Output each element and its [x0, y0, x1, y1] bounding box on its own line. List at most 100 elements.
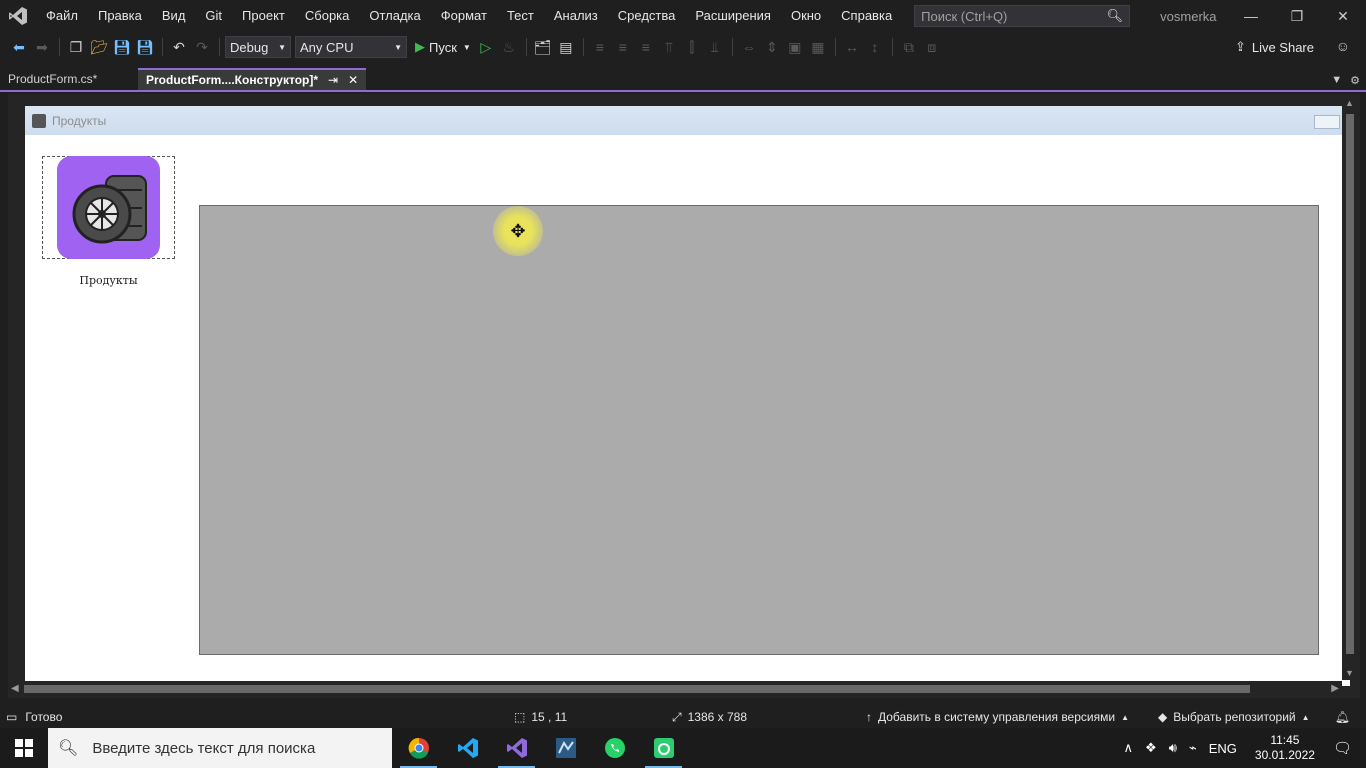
- align-top-icon[interactable]: ⫪: [658, 36, 680, 58]
- minimize-icon[interactable]: —: [1228, 0, 1274, 32]
- forward-icon[interactable]: ➡: [31, 36, 53, 58]
- menu-extensions[interactable]: Расширения: [685, 0, 781, 32]
- align-right-icon[interactable]: ≡: [635, 36, 657, 58]
- designer-surface[interactable]: Продукты Продукты ✥: [8, 94, 1360, 698]
- redo-icon[interactable]: ↷: [191, 36, 213, 58]
- menu-help[interactable]: Справка: [831, 0, 902, 32]
- menu-test[interactable]: Тест: [497, 0, 544, 32]
- dropbox-icon[interactable]: ❖: [1145, 740, 1157, 756]
- ssms-icon[interactable]: [541, 728, 590, 768]
- taskbar-search-input[interactable]: 🔍︎ Введите здесь текст для поиска: [48, 728, 392, 768]
- windows-start-icon[interactable]: [0, 728, 48, 768]
- bring-front-icon[interactable]: ⧉: [898, 36, 920, 58]
- align-center-icon[interactable]: ≡: [612, 36, 634, 58]
- pin-icon[interactable]: ⇥: [328, 73, 338, 87]
- menu-file[interactable]: Файл: [36, 0, 88, 32]
- menu-debug[interactable]: Отладка: [359, 0, 430, 32]
- spacing-horizontal-icon[interactable]: ↔: [841, 36, 863, 58]
- form-title: Продукты: [52, 113, 107, 128]
- clock-date: 30.01.2022: [1254, 748, 1315, 762]
- restore-icon[interactable]: ❐: [1274, 0, 1320, 32]
- align-left-icon[interactable]: ≡: [589, 36, 611, 58]
- form-window[interactable]: Продукты Продукты ✥: [25, 106, 1350, 686]
- send-back-icon[interactable]: ⧈: [921, 36, 943, 58]
- save-all-icon[interactable]: 💾︎: [134, 36, 156, 58]
- form-minimize-icon[interactable]: [1314, 115, 1340, 129]
- new-project-icon[interactable]: ❐: [65, 36, 87, 58]
- scroll-up-icon[interactable]: ▲: [1345, 98, 1354, 108]
- horizontal-scroll-thumb[interactable]: [24, 685, 1250, 693]
- hot-reload-icon[interactable]: ♨: [498, 36, 520, 58]
- run-button[interactable]: ▶ Пуск ▼: [415, 39, 471, 55]
- search-placeholder: Поиск (Ctrl+Q): [921, 8, 1008, 24]
- scroll-down-icon[interactable]: ▼: [1345, 668, 1354, 678]
- menu-project[interactable]: Проект: [232, 0, 295, 32]
- vscode-icon[interactable]: [443, 728, 492, 768]
- spacing-vertical-icon[interactable]: ↕: [864, 36, 886, 58]
- layout-icon[interactable]: ▤: [555, 36, 577, 58]
- tab-list-icon[interactable]: ▼: [1331, 74, 1342, 87]
- notification-bell-icon[interactable]: 🔔︎: [1335, 710, 1350, 724]
- menu-format[interactable]: Формат: [431, 0, 497, 32]
- close-icon[interactable]: ✕: [1320, 0, 1366, 32]
- tab-productform-designer[interactable]: ProductForm....Конструктор]* ⇥ ✕: [138, 68, 367, 90]
- menu-tools[interactable]: Средства: [608, 0, 686, 32]
- align-bottom-icon[interactable]: ⫫: [704, 36, 726, 58]
- network-icon[interactable]: ⌁: [1189, 740, 1197, 756]
- save-icon[interactable]: 💾︎: [111, 36, 133, 58]
- menu-edit[interactable]: Правка: [88, 0, 152, 32]
- horizontal-scrollbar[interactable]: ◀ ▶: [8, 681, 1342, 697]
- recorder-icon[interactable]: [639, 728, 688, 768]
- solution-explorer-icon[interactable]: 🗂︎: [532, 36, 554, 58]
- visual-studio-icon[interactable]: [492, 728, 541, 768]
- vertical-scrollbar[interactable]: ▲ ▼: [1342, 96, 1358, 680]
- vertical-scroll-thumb[interactable]: [1346, 114, 1354, 654]
- content-panel[interactable]: ✥: [199, 205, 1319, 655]
- language-indicator[interactable]: ENG: [1209, 741, 1237, 756]
- menu-git[interactable]: Git: [195, 0, 232, 32]
- action-center-icon[interactable]: 🗨︎: [1333, 739, 1352, 757]
- products-picture-button[interactable]: [42, 156, 175, 259]
- back-icon[interactable]: ⬅: [8, 36, 30, 58]
- chrome-icon[interactable]: [394, 728, 443, 768]
- form-title-bar[interactable]: Продукты: [25, 106, 1350, 135]
- config-dropdown[interactable]: Debug ▼: [225, 36, 291, 58]
- toolbar-separator: [834, 38, 836, 56]
- run-label: Пуск: [429, 39, 457, 55]
- same-width-icon[interactable]: ⇔: [738, 36, 760, 58]
- status-size: ⤢ 1386 x 788: [672, 710, 747, 725]
- account-icon[interactable]: ☺: [1336, 38, 1350, 54]
- close-icon[interactable]: ✕: [348, 73, 358, 87]
- scroll-right-icon[interactable]: ▶: [1331, 683, 1339, 694]
- clock[interactable]: 11:45 30.01.2022: [1255, 733, 1315, 763]
- same-height-icon[interactable]: ⇕: [761, 36, 783, 58]
- live-share-button[interactable]: ⇪ Live Share: [1235, 32, 1314, 62]
- form-body[interactable]: Продукты ✥: [25, 135, 1350, 686]
- title-bar: Файл Правка Вид Git Проект Сборка Отладк…: [0, 0, 1366, 32]
- toolbar-separator: [891, 38, 893, 56]
- menu-build[interactable]: Сборка: [295, 0, 360, 32]
- output-window-icon[interactable]: ▭: [6, 710, 17, 724]
- products-label[interactable]: Продукты: [42, 274, 175, 287]
- add-to-source-control-button[interactable]: ↑ Добавить в систему управления версиями…: [866, 710, 1129, 724]
- tab-productform-cs[interactable]: ProductForm.cs*: [0, 68, 138, 90]
- platform-dropdown[interactable]: Any CPU ▼: [295, 36, 407, 58]
- scroll-left-icon[interactable]: ◀: [11, 683, 19, 694]
- same-size-icon[interactable]: ▣: [784, 36, 806, 58]
- volume-icon[interactable]: 🔊︎: [1169, 740, 1177, 756]
- search-input[interactable]: Поиск (Ctrl+Q) 🔍︎: [914, 5, 1131, 27]
- menu-view[interactable]: Вид: [152, 0, 196, 32]
- chevron-down-icon: ▼: [394, 42, 402, 52]
- select-repository-button[interactable]: ◆ Выбрать репозиторий ▲: [1158, 710, 1310, 724]
- toolbar-separator: [59, 38, 60, 56]
- align-middle-icon[interactable]: ⫿: [681, 36, 703, 58]
- undo-icon[interactable]: ↶: [168, 36, 190, 58]
- run-without-debug-icon[interactable]: ▷: [475, 36, 497, 58]
- open-folder-icon[interactable]: 📂︎: [88, 36, 110, 58]
- menu-analyze[interactable]: Анализ: [544, 0, 608, 32]
- menu-window[interactable]: Окно: [781, 0, 831, 32]
- gear-icon[interactable]: ⚙: [1350, 74, 1360, 87]
- snap-grid-icon[interactable]: ▦: [807, 36, 829, 58]
- whatsapp-icon[interactable]: [590, 728, 639, 768]
- chevron-up-icon[interactable]: ∧: [1124, 740, 1134, 756]
